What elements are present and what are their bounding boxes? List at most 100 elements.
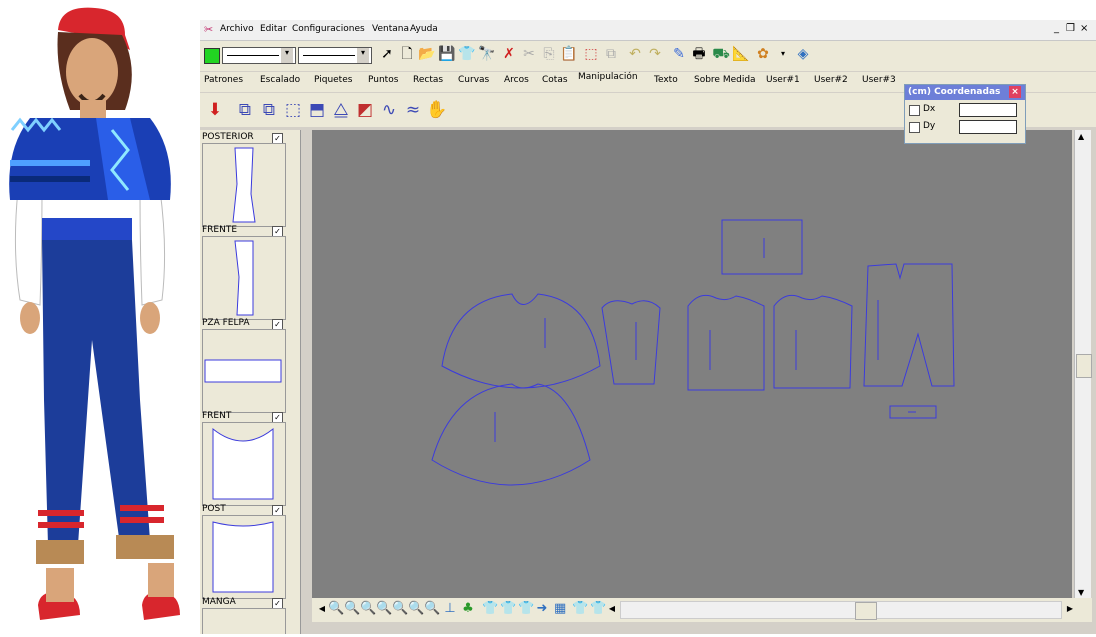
costume-illustration (9, 7, 180, 620)
line-style-select[interactable]: ▾ (222, 47, 296, 64)
horizontal-scrollbar[interactable] (620, 601, 1062, 620)
tab-curvas[interactable]: Curvas (458, 75, 489, 85)
copy-piece-icon[interactable]: ⧉ (234, 99, 256, 121)
chevron-down-icon[interactable]: ▾ (357, 48, 369, 63)
move-piece-icon[interactable]: ⬚ (282, 99, 304, 121)
open-folder-icon[interactable]: 📂 (418, 45, 436, 63)
tab-user2[interactable]: User#2 (814, 75, 848, 85)
menu-ventana[interactable]: Ventana (372, 24, 409, 34)
zoom-all-icon[interactable]: 🔍 (408, 602, 424, 616)
zoom-in-icon[interactable]: 🔍 (360, 602, 376, 616)
new-file-icon[interactable]: 🗋 (398, 45, 416, 63)
piece-thumbnail[interactable] (202, 143, 286, 227)
rotate-piece-icon[interactable]: ⬒ (306, 99, 328, 121)
tab-escalado[interactable]: Escalado (260, 75, 300, 85)
frame-icon[interactable]: ⧉ (602, 45, 620, 63)
shirt-icon[interactable]: 👕 (590, 602, 606, 616)
pointer-icon[interactable]: ➚ (378, 45, 396, 63)
chevron-down-icon[interactable]: ▾ (774, 45, 792, 63)
delete-icon[interactable]: ✗ (500, 45, 518, 63)
tab-puntos[interactable]: Puntos (368, 75, 398, 85)
scroll-thumb[interactable] (1076, 354, 1092, 378)
cut-icon[interactable]: ✂ (520, 45, 538, 63)
ruler-icon[interactable]: 📐 (732, 45, 750, 63)
pattern-canvas[interactable] (312, 130, 1072, 598)
tab-texto[interactable]: Texto (654, 75, 678, 85)
main-toolbar: ▾ ▾ ➚ 🗋 📂 💾 👕 🔭 ✗ ✂ ⎘ 📋 ⬚ ⧉ ↶ ↷ ✎ 🖶 ⛟ 📐 … (200, 41, 1096, 71)
grid-icon[interactable]: ▦ (554, 602, 566, 616)
scroll-right-icon[interactable]: ◀ (606, 602, 618, 616)
arrow-down-icon[interactable]: ⬇ (204, 99, 226, 121)
zoom-out-icon[interactable]: 🔍 (376, 602, 392, 616)
scroll-right-icon[interactable]: ▶ (1064, 602, 1076, 616)
coordinates-title-bar[interactable]: (cm) Coordenadas × (905, 85, 1025, 100)
curve-icon[interactable]: ∿ (378, 99, 400, 121)
tab-user3[interactable]: User#3 (862, 75, 896, 85)
zoom-icon[interactable]: 🔍 (344, 602, 360, 616)
piece-thumbnail[interactable] (202, 422, 286, 506)
menu-configuraciones[interactable]: Configuraciones (292, 24, 365, 34)
vertical-scrollbar[interactable]: ▲ ▼ (1074, 130, 1092, 600)
shirt-icon[interactable]: 👕 (500, 602, 516, 616)
menu-ayuda[interactable]: Ayuda (410, 24, 438, 34)
scroll-thumb[interactable] (855, 602, 877, 620)
piece-thumbnail[interactable] (202, 608, 286, 634)
plotter-icon[interactable]: ⛟ (712, 45, 730, 63)
scale-icon[interactable]: ◩ (354, 99, 376, 121)
hand-icon[interactable]: ✋ (426, 99, 448, 121)
settings-icon[interactable]: ✿ (754, 45, 772, 63)
color-swatch[interactable] (204, 48, 220, 64)
select-rect-icon[interactable]: ⬚ (582, 45, 600, 63)
close-button[interactable]: × (1080, 23, 1088, 34)
close-icon[interactable]: × (1009, 86, 1021, 98)
pattern-piece (441, 293, 601, 389)
shirt-icon[interactable]: 👕 (518, 602, 534, 616)
paste-icon[interactable]: 📋 (560, 45, 578, 63)
dx-checkbox[interactable] (909, 105, 920, 116)
piece-thumbnail[interactable] (202, 515, 286, 599)
scroll-down-icon[interactable]: ▼ (1078, 588, 1084, 597)
scroll-up-icon[interactable]: ▲ (1078, 132, 1084, 141)
shirt-icon[interactable]: 👕 (572, 602, 588, 616)
dy-checkbox[interactable] (909, 122, 920, 133)
menu-archivo[interactable]: Archivo (220, 24, 254, 34)
tab-sobre-medida[interactable]: Sobre Medida (694, 75, 756, 85)
dx-field[interactable] (959, 103, 1017, 117)
zoom-icon[interactable]: 🔍 (328, 602, 344, 616)
tab-piquetes[interactable]: Piquetes (314, 75, 352, 85)
shirt-icon[interactable]: 👕 (482, 602, 498, 616)
dy-field[interactable] (959, 120, 1017, 134)
piece-view-icon[interactable]: ♣ (462, 602, 474, 616)
edit-icon[interactable]: ✎ (670, 45, 688, 63)
piece-thumbnail[interactable] (202, 329, 286, 413)
line-width-select[interactable]: ▾ (298, 47, 372, 64)
scroll-left-icon[interactable]: ◀ (316, 602, 328, 616)
chevron-down-icon[interactable]: ▾ (281, 48, 293, 63)
tab-user1[interactable]: User#1 (766, 75, 800, 85)
restore-button[interactable]: ❒ (1066, 23, 1075, 34)
print-icon[interactable]: 🖶 (690, 45, 708, 63)
tab-rectas[interactable]: Rectas (413, 75, 443, 85)
shirt-icon[interactable]: 👕 (458, 45, 476, 63)
tab-patrones[interactable]: Patrones (204, 75, 243, 85)
wave-icon[interactable]: ≈ (402, 99, 424, 121)
zoom-window-icon[interactable]: 🔍 (392, 602, 408, 616)
tab-cotas[interactable]: Cotas (542, 75, 568, 85)
tab-arcos[interactable]: Arcos (504, 75, 529, 85)
arrow-right-icon[interactable]: ➜ (536, 602, 548, 616)
zoom-disabled-icon[interactable]: 🔍 (424, 602, 440, 616)
save-icon[interactable]: 💾 (438, 45, 456, 63)
copy-icon[interactable]: ⎘ (540, 45, 558, 63)
redo-icon[interactable]: ↷ (646, 45, 664, 63)
minimize-button[interactable]: _ (1054, 23, 1059, 34)
duplicate-piece-icon[interactable]: ⧉ (258, 99, 280, 121)
dx-label: Dx (923, 104, 936, 114)
tab-manipulacion[interactable]: Manipulación (578, 72, 638, 82)
measure-icon[interactable]: ⊥ (444, 602, 456, 616)
binoculars-icon[interactable]: 🔭 (478, 45, 496, 63)
piece-thumbnail[interactable] (202, 236, 286, 320)
mirror-icon[interactable]: ⧋ (330, 99, 352, 121)
help-icon[interactable]: ◈ (794, 45, 812, 63)
menu-editar[interactable]: Editar (260, 24, 287, 34)
undo-icon[interactable]: ↶ (626, 45, 644, 63)
